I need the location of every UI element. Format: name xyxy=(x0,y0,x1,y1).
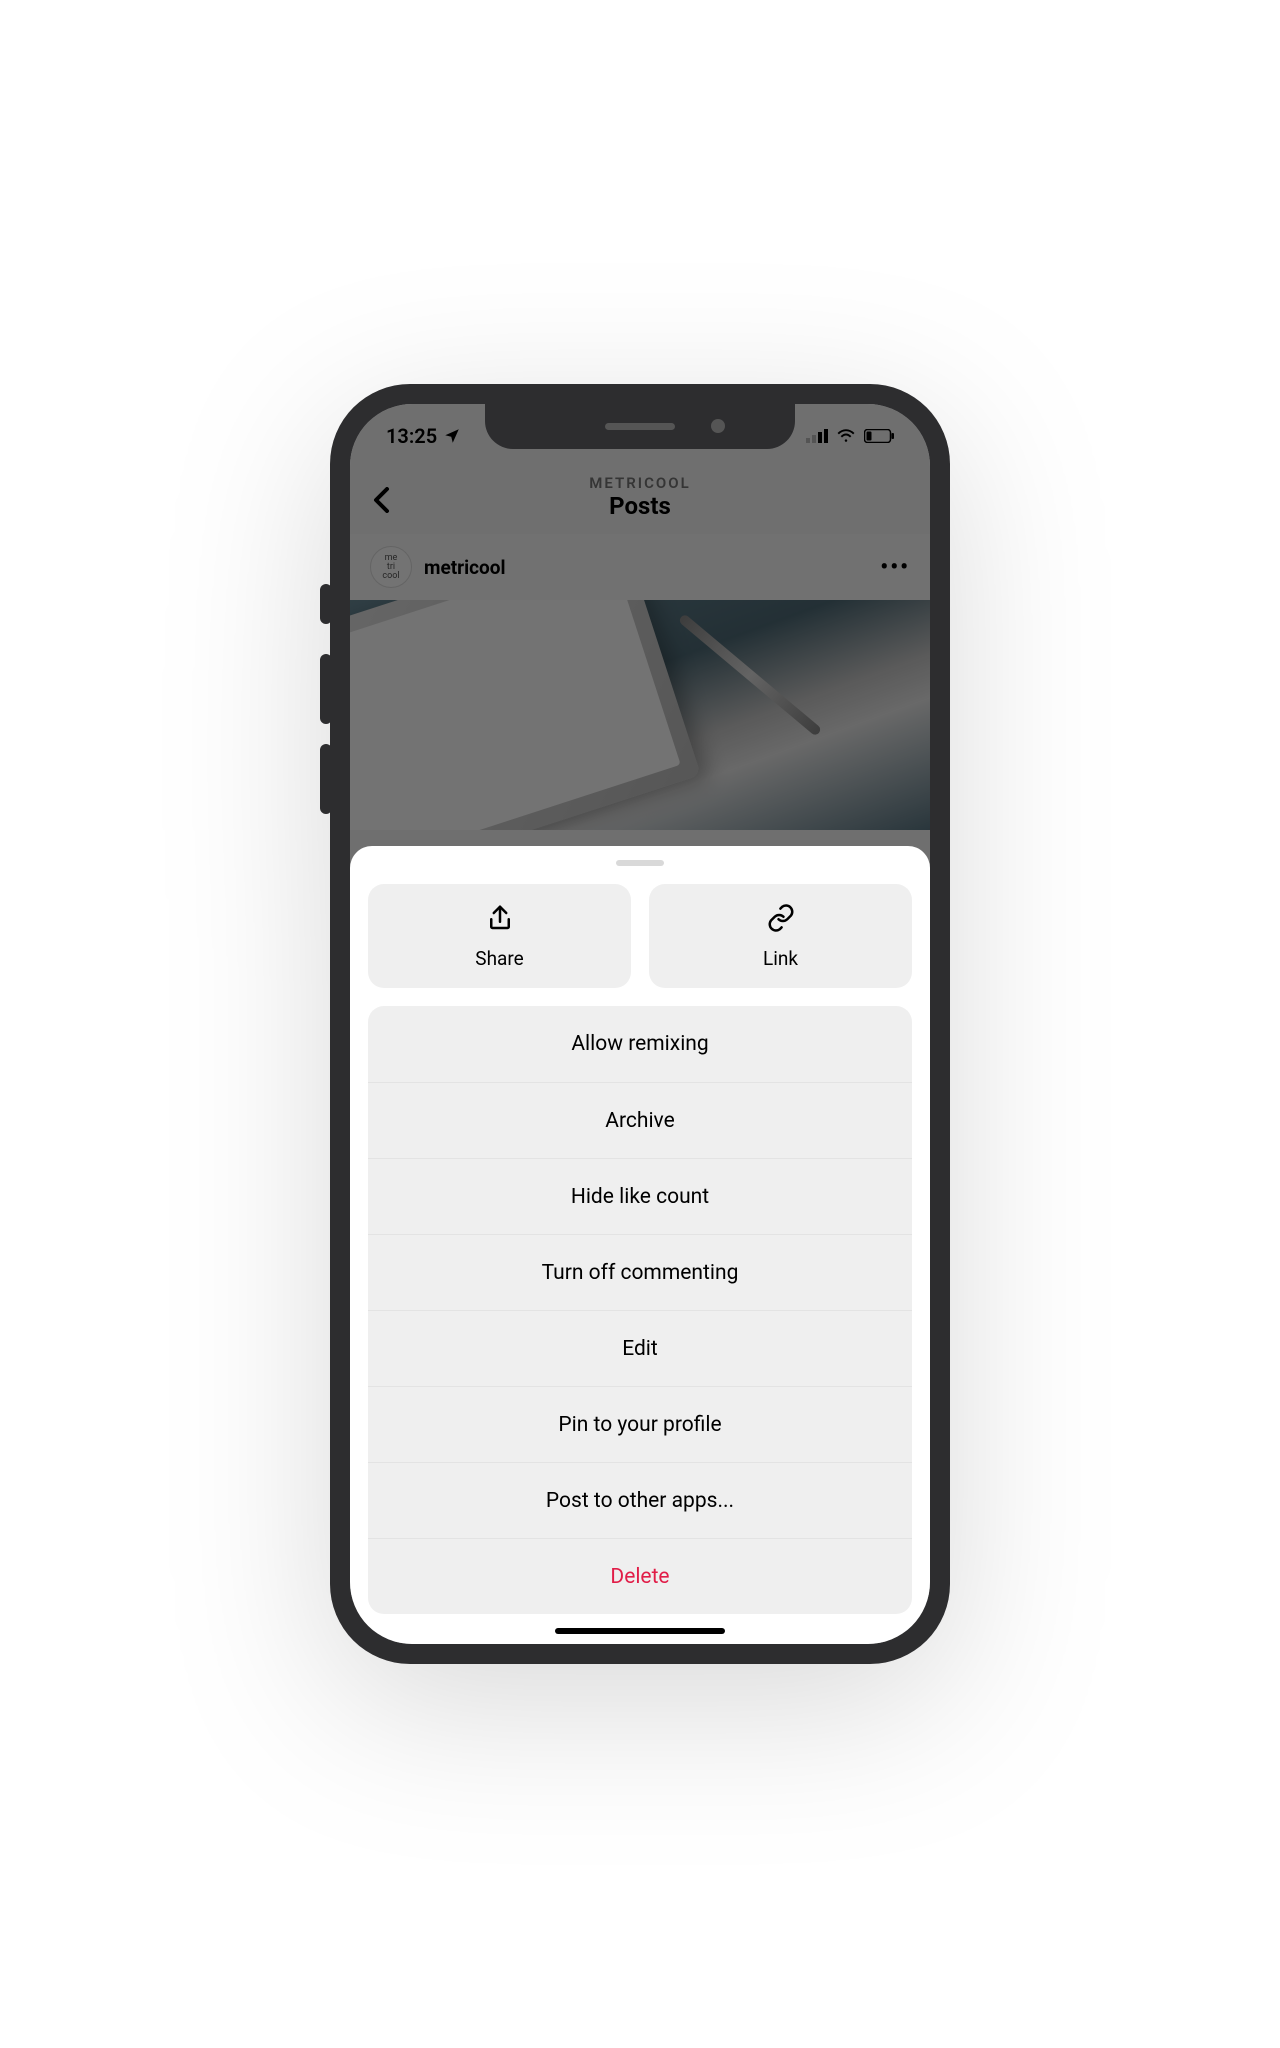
sheet-grabber[interactable] xyxy=(616,860,664,866)
share-icon xyxy=(485,903,515,937)
page-title: Posts xyxy=(350,492,930,520)
action-sheet: Share Link Allow remixing xyxy=(350,846,930,1644)
menu-item-turn-off-commenting[interactable]: Turn off commenting xyxy=(368,1234,912,1310)
page-header: METRICOOL Posts xyxy=(350,464,930,534)
home-indicator[interactable] xyxy=(555,1628,725,1634)
menu-item-delete[interactable]: Delete xyxy=(368,1538,912,1614)
battery-icon xyxy=(864,429,894,443)
share-label: Share xyxy=(475,947,523,970)
status-time: 13:25 xyxy=(386,424,437,448)
link-label: Link xyxy=(763,947,798,970)
back-button[interactable] xyxy=(372,486,392,521)
link-button[interactable]: Link xyxy=(649,884,912,988)
menu-item-hide-like-count[interactable]: Hide like count xyxy=(368,1158,912,1234)
action-menu: Allow remixing Archive Hide like count T… xyxy=(368,1006,912,1614)
share-button[interactable]: Share xyxy=(368,884,631,988)
notch xyxy=(485,404,795,449)
link-icon xyxy=(766,903,796,937)
app-name: METRICOOL xyxy=(350,474,930,492)
post-image[interactable] xyxy=(350,600,930,830)
post-username[interactable]: metricool xyxy=(424,556,506,579)
menu-item-post-to-other-apps[interactable]: Post to other apps... xyxy=(368,1462,912,1538)
menu-item-edit[interactable]: Edit xyxy=(368,1310,912,1386)
location-icon xyxy=(443,427,461,445)
post-header: me tri cool metricool ••• xyxy=(350,534,930,600)
device-frame: 13:25 xyxy=(330,384,950,1664)
more-options-button[interactable]: ••• xyxy=(880,555,910,580)
avatar[interactable]: me tri cool xyxy=(370,546,412,588)
menu-item-allow-remixing[interactable]: Allow remixing xyxy=(368,1006,912,1082)
menu-item-archive[interactable]: Archive xyxy=(368,1082,912,1158)
menu-item-pin-to-profile[interactable]: Pin to your profile xyxy=(368,1386,912,1462)
cellular-icon xyxy=(806,429,828,443)
wifi-icon xyxy=(836,429,856,443)
